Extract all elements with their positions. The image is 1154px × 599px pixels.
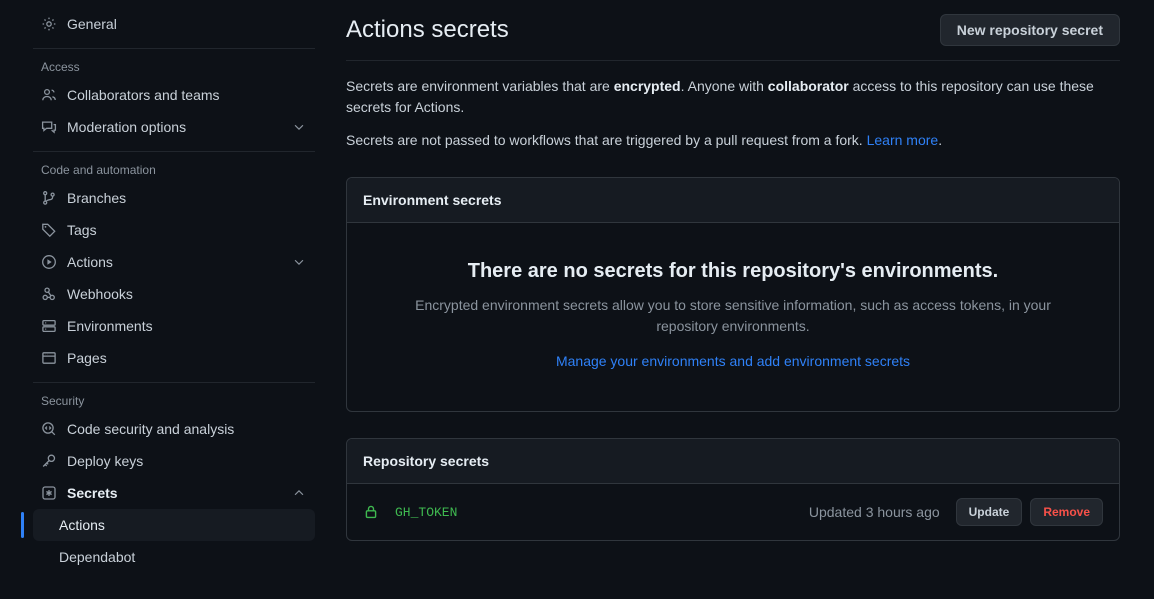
repository-secrets-title: Repository secrets [347, 439, 1119, 484]
desc-text: . Anyone with [680, 78, 768, 94]
asterisk-box-icon [41, 485, 57, 501]
sidebar-item-webhooks[interactable]: Webhooks [33, 278, 315, 310]
lock-icon [363, 504, 379, 520]
page-header: Actions secrets New repository secret [346, 0, 1120, 61]
update-secret-button[interactable]: Update [955, 498, 1023, 526]
new-repository-secret-button[interactable]: New repository secret [939, 14, 1120, 46]
repository-secrets-panel: Repository secrets GH_TOKEN Updated 3 ho… [346, 438, 1120, 541]
sidebar-section-code-and-automation: Code and automation [41, 163, 156, 177]
environment-secrets-title: Environment secrets [347, 178, 1119, 223]
git-branch-icon [41, 190, 57, 206]
chevron-up-icon[interactable] [291, 485, 307, 501]
desc-emphasis-encrypted: encrypted [613, 78, 681, 94]
sidebar-section-access: Access [41, 60, 80, 74]
play-icon [41, 254, 57, 270]
page-title: Actions secrets [346, 16, 509, 43]
main-content: Actions secrets New repository secret Se… [340, 0, 1154, 599]
codescan-icon [41, 421, 57, 437]
sidebar-item-deploy-keys[interactable]: Deploy keys [33, 445, 315, 477]
sidebar-item-label: Actions [67, 254, 113, 270]
secret-updated-timestamp: Updated 3 hours ago [808, 504, 940, 520]
sidebar-divider [33, 48, 315, 49]
people-icon [41, 87, 57, 103]
learn-more-link[interactable]: Learn more [867, 132, 939, 148]
sidebar-item-secrets-actions[interactable]: Actions [21, 509, 315, 541]
secret-row: GH_TOKEN Updated 3 hours ago Update Remo… [347, 484, 1119, 540]
sidebar-item-label: Branches [67, 190, 127, 206]
sidebar-item-collaborators-and-teams[interactable]: Collaborators and teams [33, 79, 315, 111]
sidebar-item-label: Pages [67, 350, 107, 366]
environment-secrets-empty-state: There are no secrets for this repository… [347, 223, 1119, 411]
browser-icon [41, 350, 57, 366]
sidebar-item-label: General [67, 16, 117, 32]
tag-icon [41, 222, 57, 238]
secrets-description-paragraph-1: Secrets are environment variables that a… [346, 76, 1098, 118]
settings-sidebar: General Access Collaborators and teams M… [0, 0, 340, 599]
sidebar-item-label: Collaborators and teams [67, 87, 220, 103]
server-icon [41, 318, 57, 334]
secret-name: GH_TOKEN [395, 504, 458, 520]
sidebar-item-label: Webhooks [67, 286, 133, 302]
sidebar-item-label: Secrets [67, 485, 118, 501]
sidebar-item-moderation-options[interactable]: Moderation options [33, 111, 315, 143]
sidebar-item-label: Environments [67, 318, 153, 334]
settings-page: General Access Collaborators and teams M… [0, 0, 1154, 599]
sidebar-item-tags[interactable]: Tags [33, 214, 315, 246]
empty-state-body: Encrypted environment secrets allow you … [415, 297, 1051, 334]
sidebar-item-label: Deploy keys [67, 453, 144, 469]
sidebar-divider [33, 151, 315, 152]
key-icon [41, 453, 57, 469]
gear-icon [41, 16, 57, 32]
sidebar-subitem-label: Dependabot [59, 549, 136, 565]
sidebar-subitem-label: Actions [59, 517, 105, 533]
sidebar-item-actions[interactable]: Actions [33, 246, 315, 278]
sidebar-item-code-security-and-analysis[interactable]: Code security and analysis [33, 413, 315, 445]
sidebar-item-label: Moderation options [67, 119, 187, 135]
sidebar-item-general[interactable]: General [33, 8, 315, 40]
chevron-down-icon[interactable] [291, 119, 307, 135]
desc-emphasis-collaborator: collaborator [767, 78, 849, 94]
secret-row-actions: Update Remove [955, 498, 1103, 526]
remove-secret-button[interactable]: Remove [1030, 498, 1103, 526]
sidebar-item-label: Code security and analysis [67, 421, 235, 437]
webhook-icon [41, 286, 57, 302]
sidebar-item-secrets-dependabot[interactable]: Dependabot [33, 541, 315, 573]
empty-state-title: There are no secrets for this repository… [467, 260, 999, 282]
sidebar-item-pages[interactable]: Pages [33, 342, 315, 374]
desc-text: Secrets are not passed to workflows that… [346, 132, 867, 148]
sidebar-item-secrets[interactable]: Secrets [33, 477, 315, 509]
comment-discussion-icon [41, 119, 57, 135]
manage-environments-link[interactable]: Manage your environments and add environ… [556, 353, 910, 369]
sidebar-section-security: Security [41, 394, 85, 408]
sidebar-item-label: Tags [67, 222, 97, 238]
desc-text: Secrets are environment variables that a… [346, 78, 614, 94]
environment-secrets-panel: Environment secrets There are no secrets… [346, 177, 1120, 412]
sidebar-divider [33, 382, 315, 383]
sidebar-item-branches[interactable]: Branches [33, 182, 315, 214]
secrets-description-paragraph-2: Secrets are not passed to workflows that… [346, 130, 1098, 151]
desc-text: . [938, 132, 943, 148]
sidebar-item-environments[interactable]: Environments [33, 310, 315, 342]
chevron-down-icon[interactable] [291, 254, 307, 270]
